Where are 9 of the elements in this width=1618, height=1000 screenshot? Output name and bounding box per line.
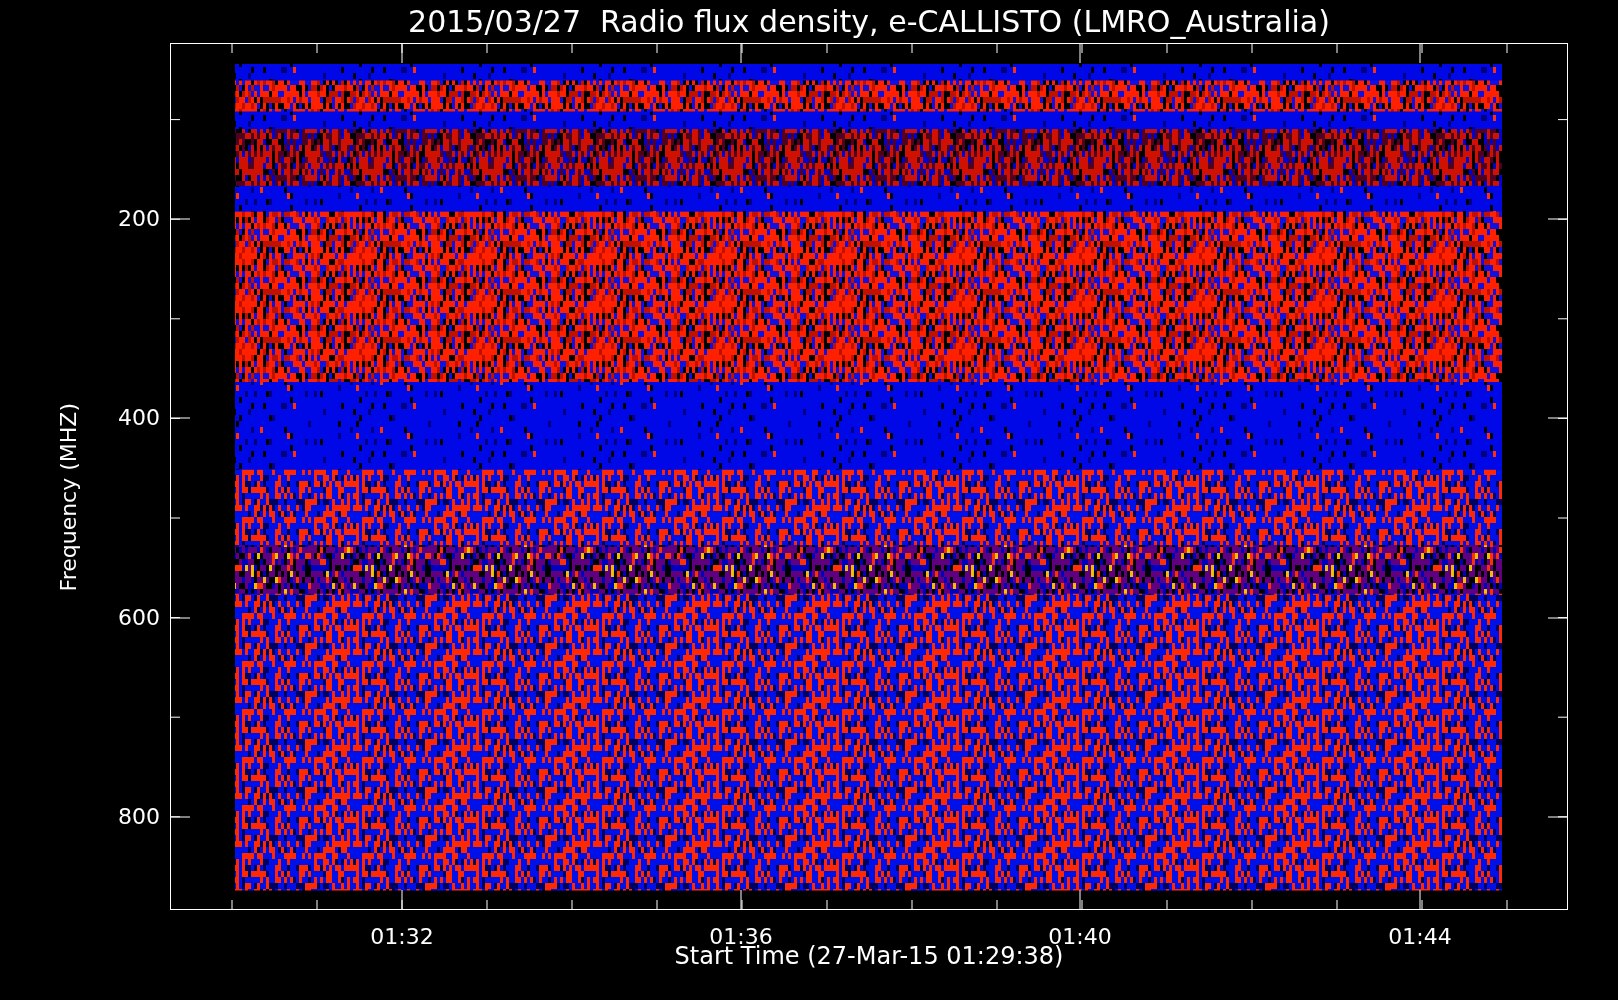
x-axis-label: Start Time (27-Mar-15 01:29:38) [674,944,1064,968]
y-tick-label: 400 [118,407,160,429]
y-tick-label: 200 [118,208,160,230]
y-tick-label: 600 [118,607,160,629]
chart-title: 2015/03/27 Radio flux density, e-CALLISTO (LMRO_Australia) [408,6,1330,37]
y-axis-label: Frequency (MHZ) [58,403,80,592]
y-tick-label: 800 [118,806,160,828]
x-tick-label: 01:32 [370,926,434,948]
x-tick-label: 01:44 [1388,926,1452,948]
